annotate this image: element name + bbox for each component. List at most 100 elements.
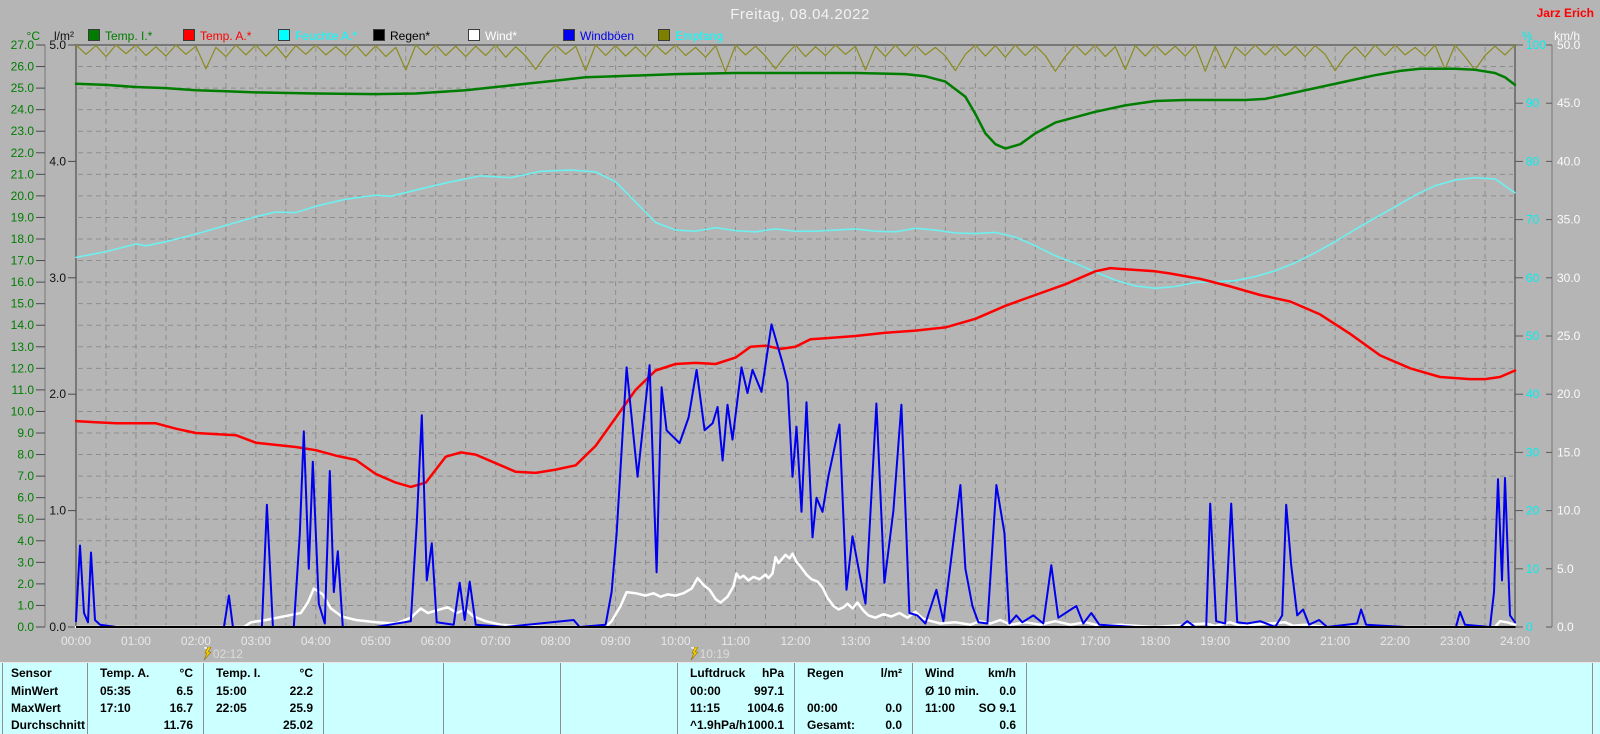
svg-text:3.0: 3.0 — [17, 555, 34, 569]
svg-text:22:00: 22:00 — [1380, 634, 1410, 648]
stats-value-time: Gesamt: — [807, 718, 856, 732]
stats-value-time: 00:00 — [690, 684, 721, 698]
stats-cell — [561, 666, 677, 683]
svg-text:25.0: 25.0 — [11, 81, 35, 95]
stats-column — [444, 663, 561, 734]
stats-cell: Luftdruck hPa — [678, 666, 794, 683]
stats-value-time: Luftdruck — [690, 666, 746, 680]
svg-text:4.0: 4.0 — [17, 534, 34, 548]
storm-time: 02:12 — [212, 647, 243, 661]
svg-text:16.0: 16.0 — [11, 275, 35, 289]
svg-text:100: 100 — [1526, 38, 1546, 52]
stats-cell — [561, 718, 677, 734]
svg-text:10:00: 10:00 — [661, 634, 691, 648]
svg-text:02:00: 02:00 — [181, 634, 211, 648]
stats-cell — [561, 701, 677, 718]
svg-text:15:00: 15:00 — [960, 634, 990, 648]
stats-cell — [324, 684, 443, 701]
stats-row-label: MinWert — [11, 684, 59, 698]
stats-cell: 22:05 25.9 — [204, 701, 323, 718]
stats-value-time: 15:00 — [216, 684, 247, 698]
stats-column — [324, 663, 444, 734]
svg-text:80: 80 — [1526, 154, 1540, 168]
stats-cell: Gesamt: 0.0 — [795, 718, 912, 734]
stats-value-time: Regen — [807, 666, 844, 680]
stats-cell — [324, 666, 443, 683]
weather-chart: 0.0 1.0 2.0 3.0 4.0 5.0 6.0 7.0 8.0 9.0 10.0 11.0 12… — [11, 38, 1581, 648]
svg-text:1.0: 1.0 — [17, 598, 34, 612]
stats-value: 0.0 — [885, 701, 902, 715]
svg-text:0.0: 0.0 — [17, 620, 34, 634]
stats-value: hPa — [761, 666, 784, 680]
svg-text:10.0: 10.0 — [1557, 504, 1581, 518]
stats-cell: 15:00 22.2 — [204, 684, 323, 701]
stats-cell: Ø 10 min. 0.0 — [913, 684, 1026, 701]
storm-annotation: 10:19 — [689, 646, 730, 661]
svg-text:20:00: 20:00 — [1260, 634, 1290, 648]
svg-text:01:00: 01:00 — [121, 634, 151, 648]
svg-text:0: 0 — [1526, 620, 1533, 634]
svg-text:40: 40 — [1526, 387, 1540, 401]
stats-column: Regen l/m² 00:00 0.0 Gesamt: 0.0 — [795, 663, 913, 734]
stats-cell: MaxWert — [3, 701, 87, 718]
stats-cell — [444, 666, 560, 683]
x-axis-labels: 00:00 01:00 02:00 03:00 04:00 05:00 06:00 07:00… — [61, 634, 1530, 648]
svg-text:27.0: 27.0 — [11, 38, 35, 52]
stats-column: Temp. A. °C 05:35 6.5 17:10 16.7 11.76 — [88, 663, 204, 734]
svg-text:0.0: 0.0 — [1557, 620, 1574, 634]
svg-text:1.0: 1.0 — [49, 504, 66, 518]
stats-cell — [444, 684, 560, 701]
svg-text:30.0: 30.0 — [1557, 271, 1581, 285]
svg-text:8.0: 8.0 — [17, 448, 34, 462]
svg-text:22.0: 22.0 — [11, 146, 35, 160]
stats-value: l/m² — [880, 666, 902, 680]
stats-column: Temp. I. °C 15:00 22.2 22:05 25.9 25.02 — [204, 663, 324, 734]
svg-text:14:00: 14:00 — [900, 634, 930, 648]
svg-text:12:00: 12:00 — [780, 634, 810, 648]
stats-column: Luftdruck hPa 00:00 997.1 11:15 1004.6 ^1.9hPa… — [678, 663, 795, 734]
svg-text:10: 10 — [1526, 562, 1540, 576]
stats-value: °C — [179, 666, 193, 680]
svg-text:5.0: 5.0 — [17, 512, 34, 526]
stats-cell: Durchschnitt — [3, 718, 87, 734]
svg-text:5.0: 5.0 — [1557, 562, 1574, 576]
series-temp-i- — [74, 67, 1517, 150]
stats-value-time: Temp. I. — [216, 666, 261, 680]
stats-cell: Temp. I. °C — [204, 666, 323, 683]
svg-text:21.0: 21.0 — [11, 167, 35, 181]
chart-wrap: 0.0 1.0 2.0 3.0 4.0 5.0 6.0 7.0 8.0 9.0 10.0 11.0 12… — [0, 0, 1600, 667]
weather-app-window: Freitag, 08.04.2022 Jarz Erich °C l/m² %… — [0, 0, 1600, 734]
stats-value-time: ^1.9hPa/h — [690, 718, 747, 732]
svg-text:17.0: 17.0 — [11, 254, 35, 268]
svg-text:08:00: 08:00 — [541, 634, 571, 648]
stats-column: Wind km/h Ø 10 min. 0.0 11:00 SO 9.1 0.6 — [913, 663, 1027, 734]
svg-text:20.0: 20.0 — [11, 189, 35, 203]
svg-text:6.0: 6.0 — [17, 491, 34, 505]
stats-value-time: 17:10 — [100, 701, 131, 715]
stats-value: 22.2 — [289, 684, 313, 698]
stats-value-time: 11:00 — [925, 701, 956, 715]
svg-text:25.0: 25.0 — [1557, 329, 1581, 343]
svg-text:60: 60 — [1526, 271, 1540, 285]
svg-text:50.0: 50.0 — [1557, 38, 1581, 52]
stats-cell: 11:00 SO 9.1 — [913, 701, 1026, 718]
stats-cell — [1027, 701, 1592, 718]
svg-text:14.0: 14.0 — [11, 318, 35, 332]
svg-text:70: 70 — [1526, 213, 1540, 227]
svg-text:2.0: 2.0 — [17, 577, 34, 591]
svg-text:40.0: 40.0 — [1557, 154, 1581, 168]
stats-value: 25.02 — [282, 718, 313, 732]
svg-text:15.0: 15.0 — [11, 297, 35, 311]
stats-cell: 17:10 16.7 — [88, 701, 203, 718]
stats-value: 0.6 — [999, 718, 1016, 732]
svg-text:11:00: 11:00 — [721, 634, 750, 648]
stats-column: Sensor MinWert MaxWert Durchschnitt — [2, 663, 88, 734]
stats-cell: Temp. A. °C — [88, 666, 203, 683]
stats-value: °C — [299, 666, 313, 680]
svg-text:19:00: 19:00 — [1200, 634, 1230, 648]
stats-row-label: Sensor — [11, 666, 52, 680]
svg-text:4.0: 4.0 — [49, 154, 66, 168]
stats-cell: 0.6 — [913, 718, 1026, 734]
svg-text:00:00: 00:00 — [61, 634, 91, 648]
stats-cell — [324, 701, 443, 718]
